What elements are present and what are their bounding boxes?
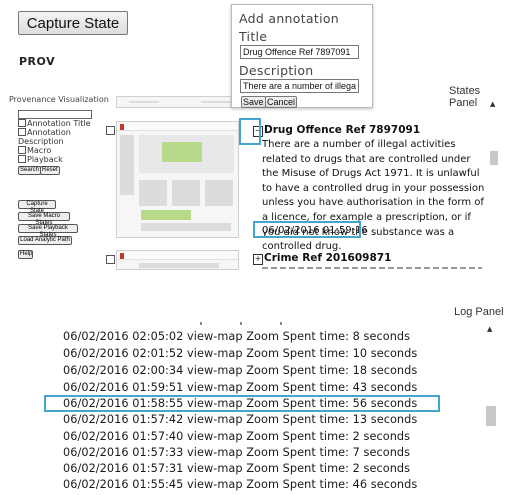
checkbox-label: Macro xyxy=(27,146,52,155)
scrollbar-thumb[interactable] xyxy=(486,406,496,426)
timestamp-highlight xyxy=(253,221,361,238)
thumbnail-header xyxy=(117,251,238,260)
scroll-up-arrow-icon[interactable]: ▲ xyxy=(487,325,492,333)
thumbnail-chart xyxy=(172,180,200,206)
log-entry: 06/02/2016 01:57:31 view-map Zoom Spent … xyxy=(63,462,411,475)
thumbnail-line xyxy=(139,263,219,268)
save-macro-states-button[interactable]: Save Macro States xyxy=(18,212,70,226)
expand-plus-icon[interactable]: + xyxy=(253,254,263,265)
state-title: Drug Offence Ref 7897091 xyxy=(264,124,421,136)
annotation-title-input[interactable] xyxy=(240,45,359,59)
thumbnail-chart xyxy=(205,180,233,206)
log-scrollbar[interactable]: ▲ xyxy=(484,322,498,492)
log-cut-line xyxy=(200,322,290,325)
thumbnail-bar xyxy=(141,210,191,220)
checkbox-label: Description xyxy=(18,137,64,146)
checkbox-box[interactable] xyxy=(18,119,26,127)
thumbnail-header xyxy=(117,122,238,131)
thumbnail-line xyxy=(201,101,231,103)
cancel-annotation-button[interactable]: Cancel xyxy=(265,96,298,108)
log-entry: 06/02/2016 01:55:45 view-map Zoom Spent … xyxy=(63,478,418,491)
description-label: Description xyxy=(239,63,314,78)
thumbnail-sidebar xyxy=(120,135,134,195)
provenance-visualization-title: Provenance Visualization xyxy=(9,95,109,104)
log-entry: 06/02/2016 02:05:02 view-map Zoom Spent … xyxy=(63,330,411,343)
reset-button[interactable]: Reset xyxy=(40,166,60,175)
state-select-checkbox[interactable] xyxy=(106,126,115,135)
states-panel-label: States Panel xyxy=(449,85,481,109)
popup-heading: Add annotation xyxy=(239,11,340,26)
title-label: Title xyxy=(239,29,268,44)
collapse-icon-highlight xyxy=(239,118,261,145)
state-description-cut xyxy=(262,266,482,269)
search-button[interactable]: Search xyxy=(18,166,42,175)
description-label: Description xyxy=(18,137,64,146)
checkbox-box[interactable] xyxy=(18,128,26,136)
log-entry: 06/02/2016 01:59:51 view-map Zoom Spent … xyxy=(63,381,418,394)
thumbnail-table xyxy=(141,223,231,231)
log-entry: 06/02/2016 01:57:33 view-map Zoom Spent … xyxy=(63,446,411,459)
scroll-up-arrow-icon[interactable]: ▲ xyxy=(490,100,495,108)
annotation-description-input[interactable] xyxy=(240,79,359,93)
capture-state-button[interactable]: Capture State xyxy=(18,11,128,35)
log-entry: 06/02/2016 02:00:34 view-map Zoom Spent … xyxy=(63,364,418,377)
checkbox-label: Annotation Title xyxy=(27,119,91,128)
thumbnail-line xyxy=(129,101,159,103)
log-entry: 06/02/2016 02:01:52 view-map Zoom Spent … xyxy=(63,347,418,360)
prov-heading: PROV xyxy=(19,55,56,68)
state-select-checkbox[interactable] xyxy=(106,255,115,264)
annotation-checkbox[interactable]: Annotation xyxy=(18,128,71,137)
state-thumbnail-crime[interactable] xyxy=(116,250,239,270)
log-panel-label: Log Panel xyxy=(454,306,504,318)
checkbox-label: Annotation xyxy=(27,128,71,137)
sidebar-search-input[interactable] xyxy=(18,110,92,119)
save-playback-states-button[interactable]: Save Playback States xyxy=(18,224,78,238)
thumbnail-map-region xyxy=(162,142,202,162)
annotation-title-checkbox[interactable]: Annotation Title xyxy=(18,119,91,128)
log-entry-highlight xyxy=(44,395,440,412)
state-thumbnail-previous[interactable] xyxy=(116,96,239,108)
load-analytic-path-button[interactable]: Load Analytic Path xyxy=(18,236,72,245)
log-entry: 06/02/2016 01:57:40 view-map Zoom Spent … xyxy=(63,430,411,443)
scrollbar-thumb[interactable] xyxy=(490,151,498,165)
thumbnail-logo xyxy=(120,253,124,259)
thumbnail-chart xyxy=(139,180,167,206)
help-button[interactable]: Help xyxy=(18,250,33,259)
states-scrollbar[interactable]: ▲ xyxy=(488,97,500,267)
checkbox-box[interactable] xyxy=(18,155,26,163)
thumbnail-logo xyxy=(120,124,124,130)
state-title: Crime Ref 201609871 xyxy=(264,252,392,264)
add-annotation-popup: Add annotation Title Description Save Ca… xyxy=(231,4,373,108)
macro-checkbox[interactable]: Macro xyxy=(18,146,51,155)
checkbox-box[interactable] xyxy=(18,146,26,154)
checkbox-label: Playback xyxy=(27,155,63,164)
save-annotation-button[interactable]: Save xyxy=(241,96,266,108)
log-entry: 06/02/2016 01:57:42 view-map Zoom Spent … xyxy=(63,413,418,426)
playback-checkbox[interactable]: Playback xyxy=(18,155,63,164)
sidebar-capture-state-button[interactable]: Capture State xyxy=(18,200,56,214)
state-thumbnail-drug-offence[interactable] xyxy=(116,121,239,238)
